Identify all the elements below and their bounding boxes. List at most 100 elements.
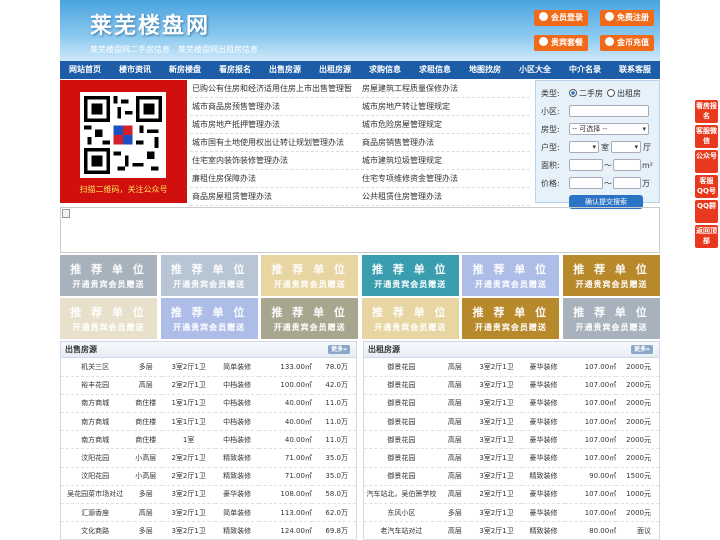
recommended-unit-tile[interactable]: 推 荐 单 位开通贵宾会员赠送 <box>60 298 157 339</box>
policy-link[interactable]: 商品房销售管理办法 <box>360 134 530 151</box>
table-cell[interactable]: 御景花园 <box>364 394 439 414</box>
recommended-unit-tile[interactable]: 推 荐 单 位开通贵宾会员赠送 <box>160 298 258 339</box>
table-cell[interactable]: 南方商城 <box>61 412 130 432</box>
table-cell[interactable]: 汶阳花园 <box>61 467 130 486</box>
policy-link[interactable]: 城市危险房屋管理规定 <box>360 116 530 133</box>
table-row[interactable]: 御景花园 高层 3室2厅1卫 豪华装修 107.00㎡ 2000元 <box>364 376 659 395</box>
house-type-select[interactable]: -- 可选择 -- ▾ <box>569 123 649 135</box>
recommended-unit-tile[interactable]: 推 荐 单 位开通贵宾会员赠送 <box>160 255 258 296</box>
recommended-unit-tile[interactable]: 推 荐 单 位开通贵宾会员赠送 <box>462 255 560 296</box>
policy-link[interactable]: 房屋建筑工程质量保修办法 <box>360 80 530 97</box>
price-max-input[interactable] <box>613 177 641 189</box>
policy-link[interactable]: 城市国有土地使用权出让转让规划管理办法 <box>190 134 360 151</box>
banner-image[interactable] <box>60 207 660 253</box>
table-cell[interactable]: 吴花园菜市场对过 <box>61 485 130 505</box>
float-service-qq[interactable]: 客服QQ号 <box>695 175 718 198</box>
table-cell[interactable]: 御景花园 <box>364 430 439 450</box>
table-row[interactable]: 南方商城 商住楼 1室1厅1卫 中档装修 40.00㎡ 11.0万 <box>61 412 356 432</box>
policy-link[interactable]: 城市商品房预售管理办法 <box>190 98 360 115</box>
price-min-input[interactable] <box>569 177 603 189</box>
table-cell[interactable]: 老汽车站对过 <box>364 521 439 540</box>
table-row[interactable]: 东风小区 多层 3室2厅1卫 豪华装修 107.00㎡ 2000元 <box>364 503 659 523</box>
room-select[interactable]: ▾ <box>569 141 599 153</box>
nav-new-homes[interactable]: 新房楼盘 <box>160 61 210 79</box>
nav-for-sale[interactable]: 出售房源 <box>260 61 310 79</box>
login-button[interactable]: 会员登录 <box>534 10 588 26</box>
policy-link[interactable]: 城市房地产抵押管理办法 <box>190 116 360 133</box>
table-cell[interactable]: 汶阳花园 <box>61 448 130 468</box>
radio-rent[interactable] <box>607 89 615 97</box>
recommended-unit-tile[interactable]: 推 荐 单 位开通贵宾会员赠送 <box>261 298 359 339</box>
table-row[interactable]: 御景花园 高层 3室2厅1卫 豪华装修 107.00㎡ 2000元 <box>364 412 659 432</box>
table-cell[interactable]: 御景花园 <box>364 358 439 377</box>
table-row[interactable]: 南方商城 商住楼 1室 中档装修 40.00㎡ 11.0万 <box>61 430 356 450</box>
recommended-unit-tile[interactable]: 推 荐 单 位开通贵宾会员赠送 <box>563 255 660 296</box>
hall-select[interactable]: ▾ <box>611 141 641 153</box>
table-cell[interactable]: 御景花园 <box>364 376 439 395</box>
policy-link[interactable]: 住宅室内装饰装修管理办法 <box>190 152 360 169</box>
float-service-wechat[interactable]: 客服微信 <box>695 125 718 148</box>
nav-for-rent[interactable]: 出租房源 <box>310 61 360 79</box>
policy-link[interactable]: 公共租赁住房管理办法 <box>360 188 530 205</box>
table-row[interactable]: 御景花园 高层 3室2厅1卫 豪华装修 107.00㎡ 2000元 <box>364 448 659 468</box>
policy-link[interactable]: 商品房屋租赁管理办法 <box>190 188 360 205</box>
register-button[interactable]: 免费注册 <box>600 10 654 26</box>
table-cell[interactable]: 文化商路 <box>61 521 130 540</box>
table-cell[interactable]: 机关三区 <box>61 358 130 377</box>
nav-wanted-buy[interactable]: 求购信息 <box>360 61 410 79</box>
nav-wanted-rent[interactable]: 求租信息 <box>410 61 460 79</box>
area-min-input[interactable] <box>569 159 603 171</box>
table-row[interactable]: 御景花园 高层 3室2厅1卫 豪华装修 107.00㎡ 2000元 <box>364 394 659 414</box>
recommended-unit-tile[interactable]: 推 荐 单 位开通贵宾会员赠送 <box>462 298 560 339</box>
policy-link[interactable]: 城市建筑垃圾管理规定 <box>360 152 530 169</box>
table-cell[interactable]: 东风小区 <box>364 503 439 523</box>
nav-news[interactable]: 楼市资讯 <box>110 61 160 79</box>
recommended-unit-tile[interactable]: 推 荐 单 位开通贵宾会员赠送 <box>361 298 459 339</box>
recommended-unit-tile[interactable]: 推 荐 单 位开通贵宾会员赠送 <box>361 255 459 296</box>
site-logo[interactable]: 莱芜楼盘网 <box>90 8 210 40</box>
table-row[interactable]: 汇源香座 高层 3室2厅1卫 简单装修 113.00㎡ 62.0万 <box>61 503 356 523</box>
float-qq-group[interactable]: QQ群 <box>695 200 718 223</box>
float-official-account[interactable]: 公众号 <box>695 150 718 173</box>
table-row[interactable]: 吴花园菜市场对过 多层 3室2厅1卫 豪华装修 108.00㎡ 58.0万 <box>61 485 356 505</box>
table-cell[interactable]: 南方商城 <box>61 394 130 414</box>
table-row[interactable]: 老汽车站对过 高层 3室2厅1卫 精致装修 80.00㎡ 面议 <box>364 521 659 540</box>
nav-communities[interactable]: 小区大全 <box>510 61 560 79</box>
nav-map-search[interactable]: 地图找房 <box>460 61 510 79</box>
table-row[interactable]: 汶阳花园 小高层 2室2厅1卫 精致装修 71.00㎡ 35.0万 <box>61 448 356 468</box>
policy-link[interactable]: 廉租住房保障办法 <box>190 170 360 187</box>
table-row[interactable]: 裕丰花园 高层 2室2厅1卫 中档装修 100.00㎡ 42.0万 <box>61 376 356 395</box>
radio-secondhand[interactable] <box>569 89 577 97</box>
table-cell[interactable]: 南方商城 <box>61 430 130 450</box>
rent-more-link[interactable]: 更多» <box>631 345 653 354</box>
nav-contact[interactable]: 联系客服 <box>610 61 660 79</box>
float-back-to-top[interactable]: 返回顶部 <box>695 225 718 248</box>
area-max-input[interactable] <box>613 159 641 171</box>
table-row[interactable]: 南方商城 商住楼 1室1厅1卫 中档装修 40.00㎡ 11.0万 <box>61 394 356 414</box>
table-row[interactable]: 文化商路 多层 3室2厅1卫 精致装修 124.00㎡ 69.8万 <box>61 521 356 540</box>
table-row[interactable]: 机关三区 多层 3室2厅1卫 简单装修 133.00㎡ 78.0万 <box>61 358 356 377</box>
nav-viewing-signup[interactable]: 看房报名 <box>210 61 260 79</box>
recommended-unit-tile[interactable]: 推 荐 单 位开通贵宾会员赠送 <box>60 255 157 296</box>
policy-link[interactable]: 住宅专项维修资金管理办法 <box>360 170 530 187</box>
table-row[interactable]: 汽车站北，吴伯箫学校 高层 2室2厅1卫 豪华装修 107.00㎡ 1000元 <box>364 485 659 505</box>
recommended-unit-tile[interactable]: 推 荐 单 位开通贵宾会员赠送 <box>563 298 660 339</box>
table-row[interactable]: 御景花园 高层 3室2厅1卫 豪华装修 107.00㎡ 2000元 <box>364 358 659 377</box>
float-viewing-signup[interactable]: 看房报名 <box>695 100 718 123</box>
community-input[interactable] <box>569 105 649 117</box>
policy-link[interactable]: 已购公有住房和经济适用住房上市出售管理暂 <box>190 80 360 97</box>
nav-home[interactable]: 网站首页 <box>60 61 110 79</box>
recommended-unit-tile[interactable]: 推 荐 单 位开通贵宾会员赠送 <box>261 255 359 296</box>
policy-link[interactable]: 城市房地产转让管理规定 <box>360 98 530 115</box>
vip-package-button[interactable]: 贵宾套餐 <box>534 35 588 51</box>
sale-more-link[interactable]: 更多» <box>328 345 350 354</box>
table-cell[interactable]: 御景花园 <box>364 412 439 432</box>
recharge-button[interactable]: 金币充值 <box>600 35 654 51</box>
table-row[interactable]: 汶阳花园 小高层 2室2厅1卫 精致装修 71.00㎡ 35.0万 <box>61 467 356 486</box>
nav-agents[interactable]: 中介名录 <box>560 61 610 79</box>
table-cell[interactable]: 汽车站北，吴伯箫学校 <box>364 485 439 505</box>
table-row[interactable]: 御景花园 高层 3室2厅1卫 豪华装修 107.00㎡ 2000元 <box>364 430 659 450</box>
table-cell[interactable]: 裕丰花园 <box>61 376 130 395</box>
table-row[interactable]: 御景花园 高层 3室2厅1卫 精致装修 90.00㎡ 1500元 <box>364 467 659 486</box>
table-cell[interactable]: 汇源香座 <box>61 503 130 523</box>
